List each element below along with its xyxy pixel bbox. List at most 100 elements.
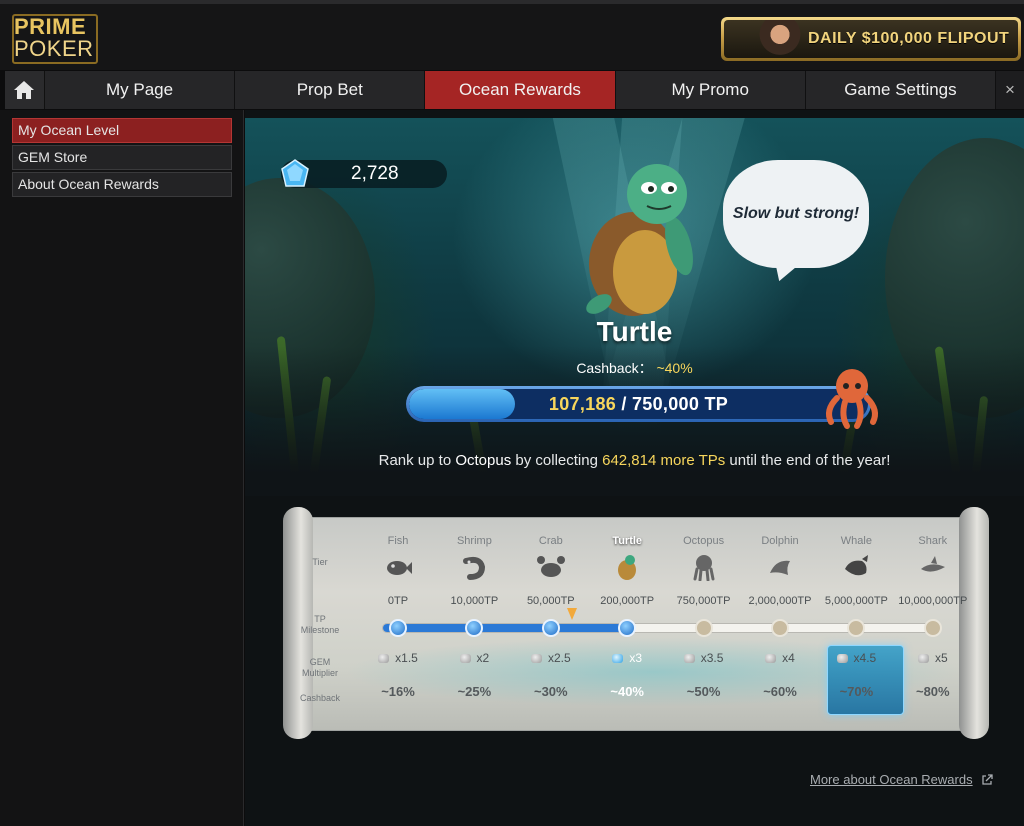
tier-multiplier-value: x3 <box>629 651 643 665</box>
rank-up-message: Rank up to Octopus by collecting 642,814… <box>245 452 1024 469</box>
promo-banner[interactable]: DAILY $100,000 FLIPOUT <box>721 17 1021 61</box>
tier-multiplier-value: x1.5 <box>395 651 418 665</box>
tier-cashback: ~30% <box>533 684 568 699</box>
sidebar-item-about-ocean-rewards[interactable]: About Ocean Rewards <box>12 172 232 197</box>
tier-multiplier-value: x2 <box>476 651 490 665</box>
tier-name: Dolphin <box>761 535 799 547</box>
main-content: 2,728 Slow but strong! Turtle Cashback： … <box>245 110 1024 826</box>
rank-next-tier: Octopus <box>455 452 512 469</box>
tier-cashback: ~70% <box>839 684 874 699</box>
gem-small-icon <box>836 654 848 663</box>
row-label-tier: Tier <box>312 557 328 567</box>
tier-cashback: ~50% <box>686 684 721 699</box>
fish-icon <box>387 561 412 575</box>
gem-count: 2,728 <box>351 163 399 184</box>
row-label-cashback: Cashback <box>299 693 341 703</box>
prime-poker-logo[interactable]: PRIME POKER <box>12 14 100 66</box>
cashback-value: ~40% <box>656 360 693 376</box>
ocean-scene: 2,728 Slow but strong! Turtle Cashback： … <box>245 118 1024 496</box>
gem-small-icon <box>530 654 542 663</box>
tier-multiplier: x4 <box>742 651 818 665</box>
tier-cashback: ~40% <box>610 684 644 699</box>
tier-milestone: 10,000,000TP <box>898 595 968 607</box>
milestone-node <box>389 619 407 637</box>
tier-name: Shark <box>918 535 948 547</box>
tier-cashback: ~25% <box>457 684 492 699</box>
tier-multiplier: x2.5 <box>513 651 589 665</box>
tier-multiplier: x1.5 <box>360 651 436 665</box>
shrimp-icon <box>463 556 486 580</box>
tier-name: Shrimp <box>456 535 492 547</box>
close-icon[interactable]: × <box>996 71 1024 109</box>
gem-icon <box>281 159 309 187</box>
logo-line1: PRIME <box>14 14 87 39</box>
octopus-next-tier-icon <box>826 369 878 429</box>
tier-multiplier: x3 <box>589 651 665 665</box>
shark-icon <box>920 556 945 572</box>
tp-target: 750,000 TP <box>632 394 729 414</box>
milestone-node <box>541 619 560 637</box>
cashback-label: Cashback： <box>576 360 653 376</box>
promo-banner-inner: DAILY $100,000 FLIPOUT <box>724 20 1018 58</box>
gem-small-icon <box>612 654 624 663</box>
tier-cashback: ~16% <box>381 684 415 699</box>
tp-progress-track: 107,186 / 750,000 TP <box>409 389 868 419</box>
home-tab[interactable] <box>5 71 45 109</box>
rank-middle: by collecting <box>511 452 603 469</box>
main-tabs: My Page Prop Bet Ocean Rewards My Promo … <box>5 71 1024 109</box>
tier-multiplier-value: x2.5 <box>547 651 571 665</box>
tier-cashback: ~60% <box>763 684 797 699</box>
tier-multiplier-value: x5 <box>934 651 948 665</box>
logo-line2: POKER <box>14 36 94 61</box>
turtle-mascot-icon <box>586 164 693 316</box>
tier-table-scroll: Tier TP Milestone GEM Multiplier Cashbac… <box>283 507 989 739</box>
tab-prop-bet[interactable]: Prop Bet <box>235 71 426 109</box>
app-header: PRIME POKER DAILY $100,000 FLIPOUT <box>0 0 1024 70</box>
gem-small-icon <box>459 654 471 663</box>
home-icon <box>14 81 35 99</box>
tier-multiplier: x4.5 <box>818 651 894 665</box>
tp-current: 107,186 <box>548 394 617 414</box>
gem-small-icon <box>917 654 929 663</box>
tier-name: Fish <box>387 535 409 547</box>
dolphin-icon <box>770 560 790 575</box>
tab-ocean-rewards[interactable]: Ocean Rewards <box>425 71 616 109</box>
tab-my-page[interactable]: My Page <box>44 71 236 109</box>
row-label-multiplier: GEM Multiplier <box>301 657 338 678</box>
tier-multiplier: x2 <box>436 651 512 665</box>
tier-name: Whale <box>840 535 872 547</box>
sidebar-item-my-ocean-level[interactable]: My Ocean Level <box>12 118 232 143</box>
more-about-ocean-rewards-link[interactable]: More about Ocean Rewards <box>810 772 973 787</box>
current-cashback: Cashback： ~40% <box>245 358 1024 378</box>
tab-my-promo[interactable]: My Promo <box>615 71 806 109</box>
milestone-track-fill <box>383 624 623 632</box>
tp-progress-bar: 107,186 / 750,000 TP <box>406 386 871 422</box>
external-link-icon[interactable] <box>981 774 993 786</box>
tp-progress-text: 107,186 / 750,000 TP <box>409 389 868 419</box>
tier-name: Octopus <box>683 535 725 547</box>
tab-game-settings[interactable]: Game Settings <box>805 71 997 109</box>
sidebar: My Ocean Level GEM Store About Ocean Rew… <box>0 110 244 826</box>
progress-marker-icon <box>567 608 577 620</box>
row-label-milestone: TP Milestone <box>300 614 340 635</box>
speech-text: Slow but strong! <box>732 205 860 222</box>
milestone-node <box>923 619 942 637</box>
sidebar-item-gem-store[interactable]: GEM Store <box>12 145 232 170</box>
tier-multiplier: x5 <box>895 651 971 665</box>
promo-avatar-icon <box>756 20 804 58</box>
tier-multiplier-value: x3.5 <box>700 651 724 665</box>
tier-name: Crab <box>538 535 563 547</box>
speech-bubble: Slow but strong! <box>723 160 869 268</box>
turtle-icon <box>618 555 637 580</box>
tier-multiplier: x3.5 <box>666 651 742 665</box>
tier-name: Turtle <box>612 535 643 547</box>
whale-icon <box>845 555 869 576</box>
crab-icon <box>536 556 565 577</box>
tp-separator: / <box>616 394 632 414</box>
current-level-name: Turtle <box>596 316 673 347</box>
gem-small-icon <box>765 654 777 663</box>
rank-suffix: until the end of the year! <box>725 452 891 469</box>
rank-prefix: Rank up to <box>378 452 456 469</box>
tier-multiplier-value: x4 <box>782 651 795 665</box>
milestone-node <box>771 619 789 637</box>
